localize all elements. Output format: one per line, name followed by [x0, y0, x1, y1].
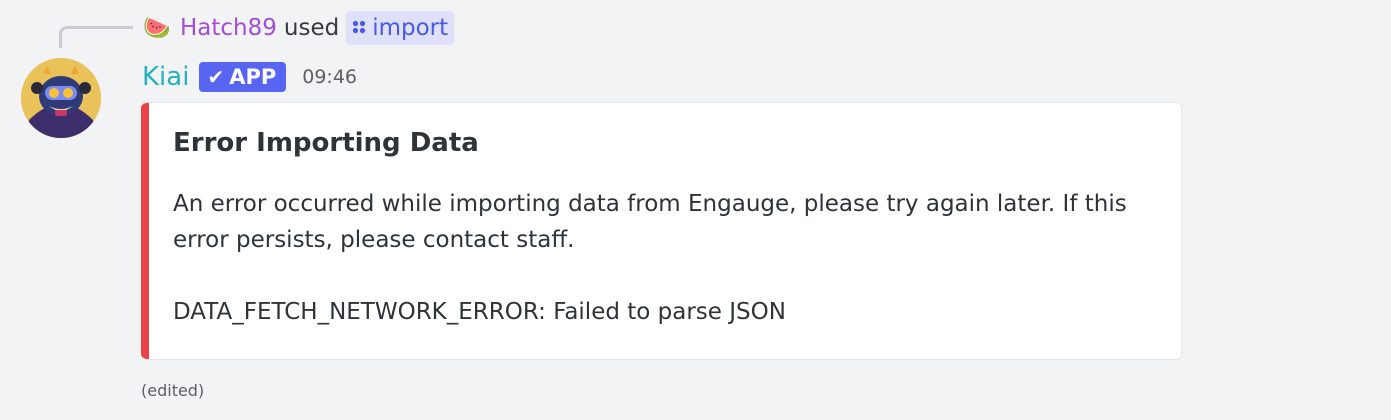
edited-label: (edited) — [141, 381, 205, 400]
command-reply-line[interactable]: 🍉 Hatch89 used import — [143, 10, 455, 46]
reply-spine — [59, 26, 133, 48]
watermelon-icon: 🍉 — [143, 15, 171, 41]
command-name: import — [372, 15, 449, 41]
message-header: Kiai ✔ APP 09:46 — [142, 58, 357, 96]
error-embed: Error Importing Data An error occurred w… — [141, 102, 1182, 360]
chat-message: 🍉 Hatch89 used import Kiai ✔ APP 09:46 E… — [0, 0, 1391, 420]
robot-avatar-icon — [21, 58, 101, 138]
app-command-icon — [352, 18, 366, 39]
verified-check-icon: ✔ — [207, 65, 225, 89]
message-timestamp[interactable]: 09:46 — [302, 66, 357, 88]
embed-accent-bar — [141, 103, 149, 359]
app-badge: ✔ APP — [199, 62, 287, 92]
embed-error-code: DATA_FETCH_NETWORK_ERROR: Failed to pars… — [173, 299, 786, 325]
embed-title: Error Importing Data — [173, 128, 479, 158]
embed-description-text: An error occurred while importing data f… — [173, 191, 1127, 253]
app-badge-label: APP — [229, 65, 277, 89]
command-mention[interactable]: import — [346, 11, 455, 45]
reply-used-text: used — [283, 15, 340, 41]
author-name[interactable]: Kiai — [142, 62, 189, 92]
avatar[interactable] — [21, 58, 101, 138]
embed-description: An error occurred while importing data f… — [173, 186, 1163, 330]
reply-username[interactable]: Hatch89 — [180, 15, 277, 41]
